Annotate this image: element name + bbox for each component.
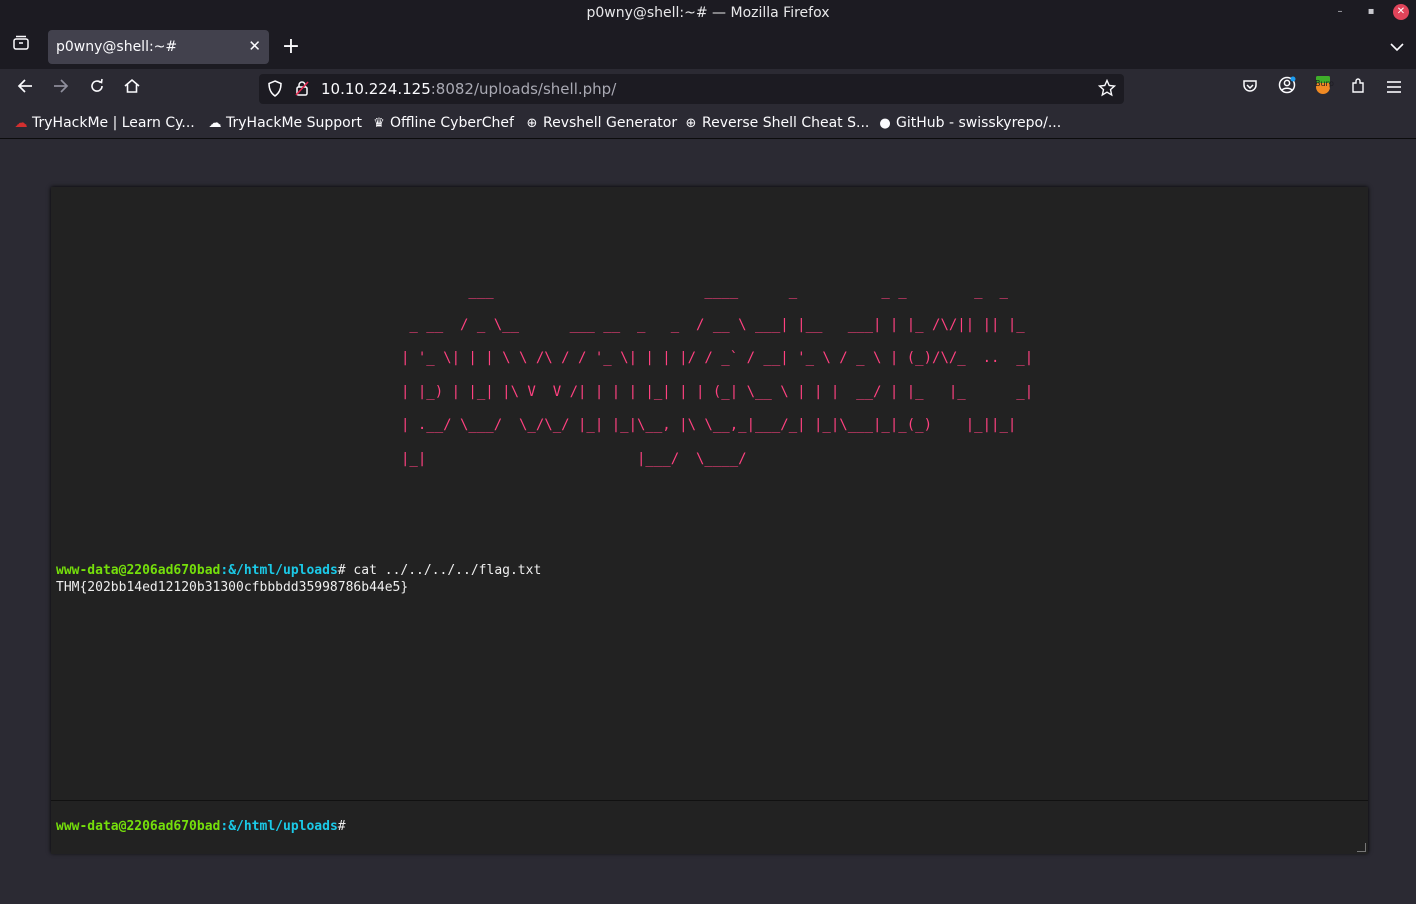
bookmark-tryhackme[interactable]: ☁ TryHackMe | Learn Cy... bbox=[14, 115, 195, 131]
url-text[interactable]: 10.10.224.125:8082/uploads/shell.php/ bbox=[321, 80, 616, 98]
prompt-path: :&/html/uploads bbox=[220, 819, 338, 834]
tab-label: p0wny@shell:~# bbox=[56, 39, 178, 55]
bookmark-label: GitHub - swisskyrepo/... bbox=[896, 115, 1062, 131]
page-content: ___ ____ _ _ _ _ _ _ __ / _ \__ ___ __ _… bbox=[0, 139, 1416, 904]
forward-icon[interactable] bbox=[47, 75, 75, 103]
history-command-line: www-data@2206ad670bad:&/html/uploads# ca… bbox=[56, 562, 541, 579]
globe-icon: ⊕ bbox=[685, 116, 697, 131]
bookmark-star-icon[interactable] bbox=[1097, 78, 1117, 101]
tracking-shield-icon[interactable] bbox=[267, 80, 283, 101]
bookmark-label: Offline CyberChef bbox=[390, 115, 514, 131]
insecure-lock-icon[interactable] bbox=[295, 80, 309, 101]
tab-close-icon[interactable]: ✕ bbox=[248, 37, 261, 55]
prompt-path: :&/html/uploads bbox=[220, 563, 338, 578]
bookmarks-toolbar: ☁ TryHackMe | Learn Cy... ☁ TryHackMe Supp… bbox=[0, 109, 1416, 139]
extensions-icon[interactable] bbox=[1344, 75, 1372, 103]
command-input[interactable] bbox=[356, 815, 1350, 839]
input-prompt: www-data@2206ad670bad:&/html/uploads# bbox=[56, 819, 346, 834]
new-tab-icon[interactable]: + bbox=[277, 33, 305, 61]
account-icon[interactable] bbox=[1273, 75, 1301, 103]
prompt-user: www-data@2206ad670bad bbox=[56, 563, 221, 578]
navigation-toolbar: 10.10.224.125:8082/uploads/shell.php/ Bu… bbox=[0, 69, 1416, 109]
prompt-symbol: # bbox=[337, 563, 346, 578]
shell-input-row: www-data@2206ad670bad:&/html/uploads# bbox=[51, 800, 1368, 854]
cloud-icon: ☁ bbox=[208, 116, 222, 131]
bookmark-label: Revshell Generator bbox=[543, 115, 678, 131]
ascii-banner: ___ ____ _ _ _ _ _ _ __ / _ \__ ___ __ _… bbox=[401, 283, 1034, 467]
tab-shell[interactable]: p0wny@shell:~# ✕ bbox=[48, 30, 269, 64]
bookmark-revshell[interactable]: ⊕ Revshell Generator bbox=[525, 115, 678, 131]
terminal-output: www-data@2206ad670bad:&/html/uploads# ca… bbox=[56, 562, 541, 596]
menu-icon[interactable] bbox=[1380, 75, 1408, 103]
burp-extension-icon[interactable]: Burp bbox=[1309, 75, 1337, 103]
bookmark-reverse-shell-cheat[interactable]: ⊕ Reverse Shell Cheat S... bbox=[684, 115, 870, 131]
url-path: :8082/uploads/shell.php/ bbox=[430, 80, 617, 98]
prompt-user: www-data@2206ad670bad bbox=[56, 819, 221, 834]
github-icon: ● bbox=[879, 116, 891, 131]
bookmark-github[interactable]: ● GitHub - swisskyrepo/... bbox=[878, 115, 1061, 131]
pocket-icon[interactable] bbox=[1236, 75, 1264, 103]
bookmark-tryhackme-support[interactable]: ☁ TryHackMe Support bbox=[208, 115, 362, 131]
bookmark-label: TryHackMe Support bbox=[226, 115, 362, 131]
close-window-icon[interactable]: ✕ bbox=[1393, 4, 1409, 20]
minimize-icon[interactable]: – bbox=[1332, 4, 1348, 20]
back-icon[interactable] bbox=[11, 75, 39, 103]
restore-icon[interactable]: ▪ bbox=[1363, 4, 1379, 20]
command-output: THM{202bb14ed12120b31300cfbbbdd35998786b… bbox=[56, 580, 409, 595]
bookmark-cyberchef[interactable]: ♛ Offline CyberChef bbox=[372, 115, 514, 131]
history-command: cat ../../../../flag.txt bbox=[345, 563, 542, 578]
bookmark-label: TryHackMe | Learn Cy... bbox=[32, 115, 195, 131]
burp-badge: Burp bbox=[1315, 79, 1334, 88]
tryhackme-icon: ☁ bbox=[14, 116, 28, 131]
reload-icon[interactable] bbox=[83, 75, 111, 103]
window-title: p0wny@shell:~# — Mozilla Firefox bbox=[586, 5, 830, 21]
url-bar[interactable]: 10.10.224.125:8082/uploads/shell.php/ bbox=[259, 74, 1124, 104]
chef-icon: ♛ bbox=[373, 116, 385, 131]
url-host: 10.10.224.125 bbox=[321, 80, 431, 98]
home-icon[interactable] bbox=[118, 75, 146, 103]
globe-icon: ⊕ bbox=[526, 116, 538, 131]
firefox-view-icon[interactable] bbox=[7, 33, 35, 61]
list-all-tabs-icon[interactable] bbox=[1383, 33, 1411, 61]
prompt-symbol: # bbox=[337, 819, 346, 834]
resize-handle[interactable] bbox=[1357, 843, 1366, 852]
tab-bar: p0wny@shell:~# ✕ + bbox=[0, 26, 1416, 69]
window-titlebar: p0wny@shell:~# — Mozilla Firefox – ▪ ✕ bbox=[0, 0, 1416, 26]
shell-panel: ___ ____ _ _ _ _ _ _ __ / _ \__ ___ __ _… bbox=[51, 187, 1368, 854]
bookmark-label: Reverse Shell Cheat S... bbox=[702, 115, 870, 131]
